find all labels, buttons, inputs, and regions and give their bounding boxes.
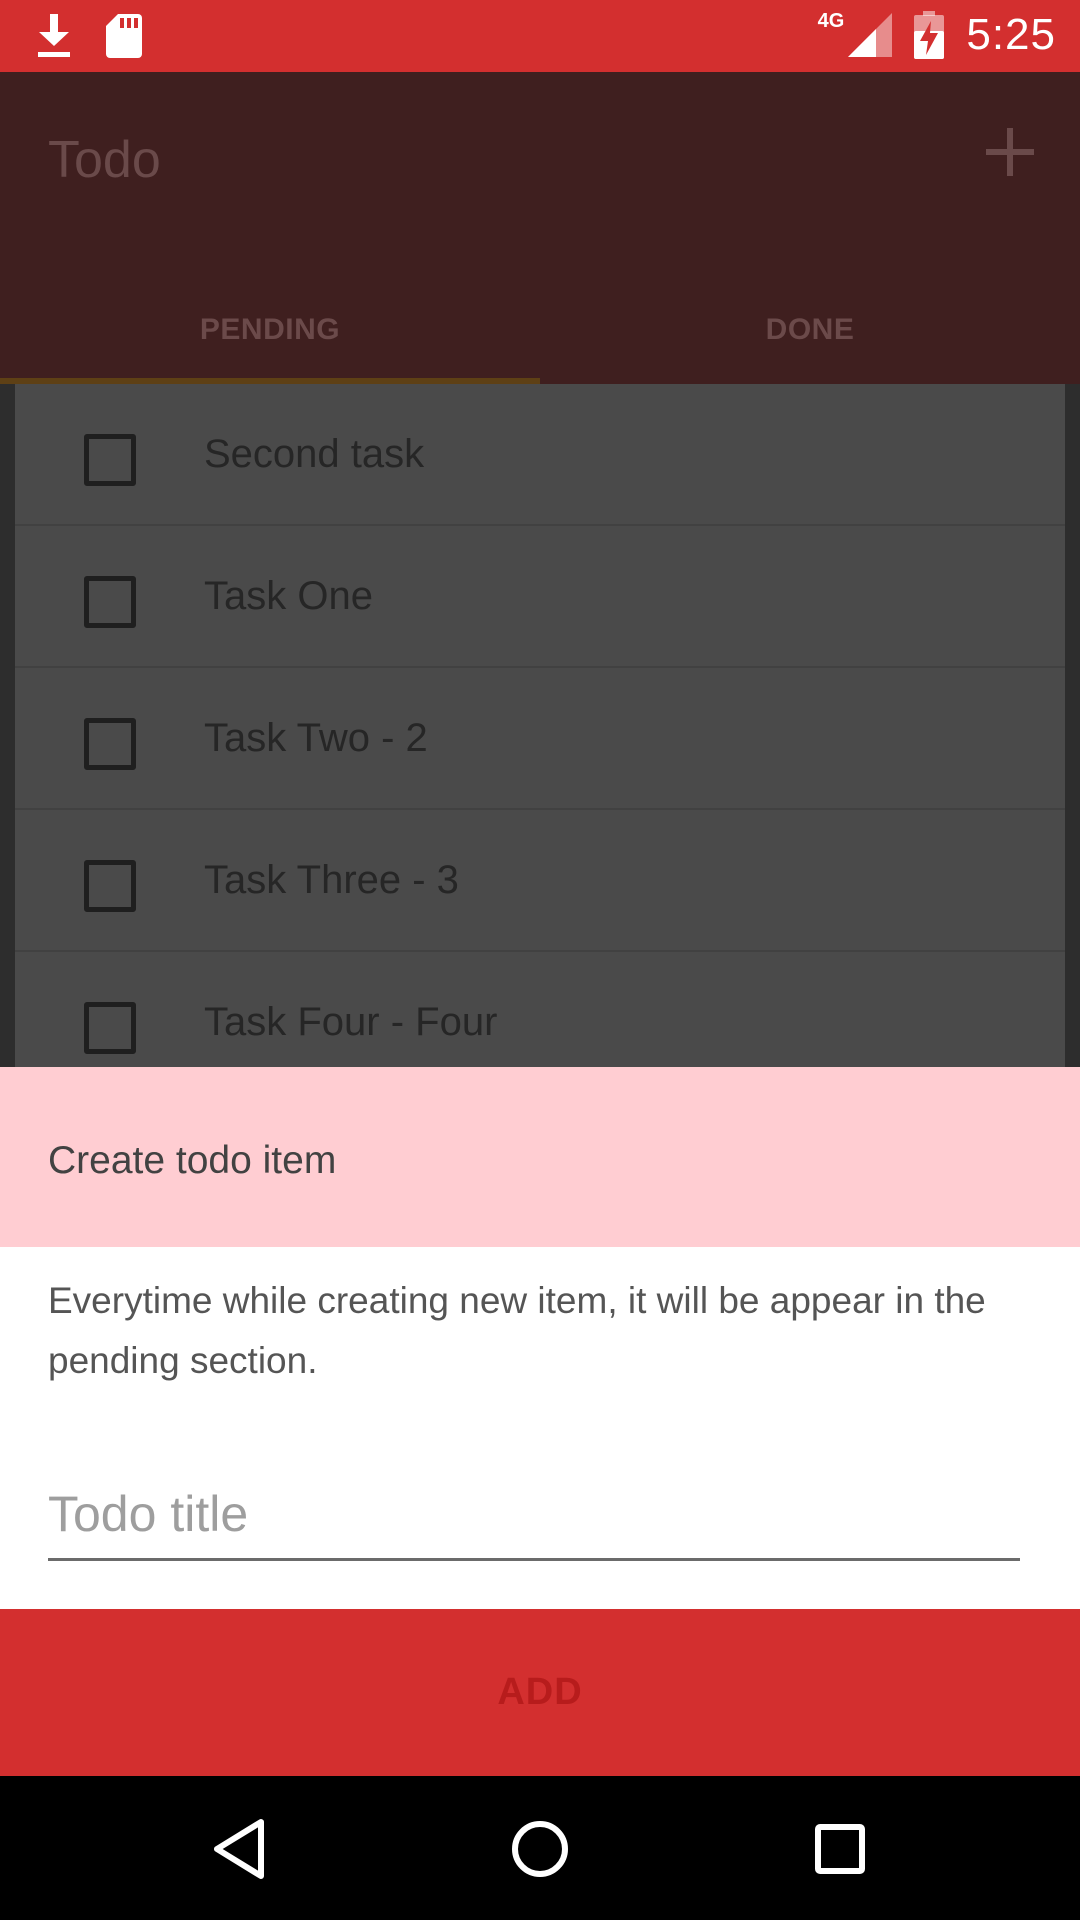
home-icon[interactable] <box>505 1814 575 1884</box>
dialog-title: Create todo item <box>48 1139 337 1182</box>
list-item[interactable]: Second task <box>15 384 1065 526</box>
network-type: 4G <box>817 9 845 32</box>
dialog-body: Everytime while creating new item, it wi… <box>0 1247 1080 1609</box>
app-bar: Todo PENDING DONE <box>0 72 1080 384</box>
navigation-bar <box>0 1776 1080 1920</box>
list-item[interactable]: Task Two - 2 <box>15 668 1065 810</box>
task-checkbox[interactable] <box>84 576 136 628</box>
battery-charging-icon <box>914 11 945 59</box>
task-list: Second task Task One Task Two - 2 Task T… <box>0 384 1080 1067</box>
clock: 5:25 <box>966 10 1056 59</box>
task-label: Task Four - Four <box>204 1000 498 1044</box>
download-icon <box>38 14 70 57</box>
app-title: Todo <box>48 131 161 189</box>
tab-pending[interactable]: PENDING <box>0 276 540 384</box>
tab-done[interactable]: DONE <box>540 276 1080 384</box>
task-label: Task Two - 2 <box>204 716 428 760</box>
dialog-header: Create todo item <box>0 1067 1080 1247</box>
list-item[interactable]: Task Three - 3 <box>15 810 1065 952</box>
task-label: Second task <box>204 432 425 476</box>
dialog-description: Everytime while creating new item, it wi… <box>48 1280 986 1381</box>
task-label: Task Three - 3 <box>204 858 459 902</box>
todo-title-input[interactable] <box>48 1469 1020 1561</box>
plus-icon[interactable] <box>984 126 1036 178</box>
list-item[interactable]: Task Four - Four <box>15 952 1065 1067</box>
back-icon[interactable] <box>205 1814 275 1884</box>
list-item[interactable]: Task One <box>15 526 1065 668</box>
tab-bar: PENDING DONE <box>0 276 1080 384</box>
sd-card-icon <box>106 14 142 58</box>
status-bar: 4G 5:25 <box>0 0 1080 72</box>
signal-icon <box>848 13 893 57</box>
task-checkbox[interactable] <box>84 860 136 912</box>
task-checkbox[interactable] <box>84 1002 136 1054</box>
task-label: Task One <box>204 574 373 618</box>
task-checkbox[interactable] <box>84 718 136 770</box>
task-checkbox[interactable] <box>84 434 136 486</box>
add-button[interactable]: ADD <box>0 1609 1080 1776</box>
recents-icon[interactable] <box>805 1814 875 1884</box>
